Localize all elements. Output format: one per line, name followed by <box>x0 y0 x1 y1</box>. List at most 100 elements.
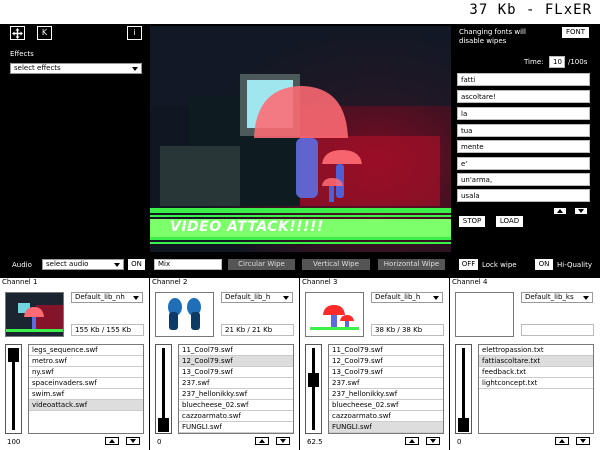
slider-track <box>312 348 315 430</box>
channel-3-scroll-up[interactable] <box>405 437 419 445</box>
chevron-down-icon <box>433 296 439 300</box>
channel-1-level-slider[interactable] <box>5 344 22 434</box>
channel-3-thumbnail[interactable] <box>305 292 364 337</box>
lock-wipe-label: Lock wipe <box>482 261 517 269</box>
channel-2-size: 21 Kb / 21 Kb <box>221 324 294 336</box>
text-line-7[interactable]: un'arma, <box>457 173 590 186</box>
channel-1-size: 155 Kb / 155 Kb <box>71 324 144 336</box>
channel-2-level-value: 0 <box>157 438 162 446</box>
list-item[interactable]: 13_Cool79.swf <box>179 367 293 378</box>
channel-2-thumbnail-image <box>168 298 201 330</box>
stop-button[interactable]: STOP <box>459 216 485 227</box>
list-item[interactable]: cazzoarmato.swf <box>329 411 443 422</box>
list-item[interactable]: metro.swf <box>29 356 143 367</box>
channel-4-scroll-up[interactable] <box>555 437 569 445</box>
chevron-up-icon <box>409 439 415 443</box>
channel-1-library-select[interactable]: Default_lib_nh <box>71 292 143 303</box>
vertical-wipe-button[interactable]: Vertical Wipe <box>302 259 370 270</box>
channel-4-library-select[interactable]: Default_lib_ks <box>521 292 593 303</box>
move-button[interactable] <box>10 26 25 40</box>
slider-knob[interactable] <box>158 418 169 432</box>
list-item[interactable]: 237_hellonikky.swf <box>179 389 293 400</box>
video-preview[interactable]: VIDEO ATTACK!!!!! <box>150 26 451 252</box>
list-item[interactable]: 13_Cool79.swf <box>329 367 443 378</box>
effects-select[interactable]: select effects <box>10 63 142 74</box>
list-item[interactable]: bluecheese_02.swf <box>179 400 293 411</box>
list-item-selected[interactable]: videoattack.swf <box>29 400 143 411</box>
channel-4-level-slider[interactable] <box>455 344 472 434</box>
list-item[interactable]: 237_hellonikky.swf <box>329 389 443 400</box>
effects-label: Effects <box>10 50 34 58</box>
chevron-down-icon <box>583 296 589 300</box>
horizontal-wipe-button[interactable]: Horizontal Wipe <box>378 259 445 270</box>
channel-2-scroll-down[interactable] <box>276 437 290 445</box>
list-item[interactable]: lightconcept.txt <box>479 378 593 389</box>
list-item[interactable]: 237.swf <box>179 378 293 389</box>
list-item[interactable]: legs_sequence.swf <box>29 345 143 356</box>
list-item[interactable]: swim.swf <box>29 389 143 400</box>
mix-input[interactable]: Mix <box>154 259 222 270</box>
channel-4-panel: Default_lib_ks 0 elettropassion.txt fatt… <box>450 287 600 450</box>
list-item[interactable]: ny.swf <box>29 367 143 378</box>
info-button[interactable]: i <box>127 26 142 40</box>
time-input[interactable]: 10 <box>549 56 565 68</box>
slider-knob[interactable] <box>308 373 319 387</box>
text-line-2[interactable]: ascoltare! <box>457 90 590 103</box>
text-line-1[interactable]: fatti <box>457 73 590 86</box>
list-item[interactable]: elettropassion.txt <box>479 345 593 356</box>
circular-wipe-button[interactable]: Circular Wipe <box>228 259 295 270</box>
text-line-3[interactable]: la <box>457 107 590 120</box>
channel-3-level-slider[interactable] <box>305 344 322 434</box>
channel-1-scroll-down[interactable] <box>126 437 140 445</box>
channel-3-scroll-down[interactable] <box>426 437 440 445</box>
list-item[interactable]: spaceinvaders.swf <box>29 378 143 389</box>
list-item[interactable]: feedback.txt <box>479 367 593 378</box>
hi-quality-toggle[interactable]: ON <box>535 259 553 270</box>
list-item-selected[interactable]: fattiascoltare.txt <box>479 356 593 367</box>
channel-1-scroll-up[interactable] <box>105 437 119 445</box>
effects-select-value: select effects <box>14 64 61 72</box>
channel-3-library-select[interactable]: Default_lib_h <box>371 292 443 303</box>
list-item[interactable]: 11_Cool79.swf <box>329 345 443 356</box>
channel-1-header: Channel 1 <box>0 278 150 287</box>
list-item[interactable]: 237.swf <box>329 378 443 389</box>
list-item[interactable]: 11_Cool79.swf <box>179 345 293 356</box>
channel-1-panel: Default_lib_nh 155 Kb / 155 Kb 100 legs_… <box>0 287 150 450</box>
list-item[interactable]: bluecheese_02.swf <box>329 400 443 411</box>
text-line-5[interactable]: mente <box>457 140 590 153</box>
channel-2-library-select[interactable]: Default_lib_h <box>221 292 293 303</box>
slider-knob[interactable] <box>458 418 469 432</box>
list-item-selected[interactable]: FUNGLI.swf <box>329 422 443 433</box>
list-item[interactable]: 12_Cool79.swf <box>329 356 443 367</box>
channel-1-thumbnail[interactable] <box>5 292 64 337</box>
load-button[interactable]: LOAD <box>496 216 523 227</box>
list-item[interactable]: cazzoarmato.swf <box>179 411 293 422</box>
video-banner-text: VIDEO ATTACK!!!!! <box>170 219 324 235</box>
font-button[interactable]: FONT <box>562 27 589 38</box>
text-line-4[interactable]: tua <box>457 124 590 137</box>
chevron-up-icon <box>559 439 565 443</box>
scroll-up-button[interactable] <box>553 207 567 215</box>
slider-knob[interactable] <box>8 348 19 362</box>
channel-3-header: Channel 3 <box>300 278 450 287</box>
channel-2-header: Channel 2 <box>150 278 300 287</box>
scroll-down-button[interactable] <box>574 207 588 215</box>
channel-4-file-list: elettropassion.txt fattiascoltare.txt fe… <box>478 344 594 434</box>
lock-wipe-toggle[interactable]: OFF <box>459 259 478 270</box>
k-button[interactable]: K <box>37 26 52 40</box>
channel-4-size <box>521 324 594 336</box>
font-notice: Changing fonts will disable wipes <box>459 28 526 45</box>
time-label: Time: <box>524 58 544 66</box>
list-item-selected[interactable]: 12_Cool79.swf <box>179 356 293 367</box>
channel-2-scroll-up[interactable] <box>255 437 269 445</box>
channel-4-scroll-down[interactable] <box>576 437 590 445</box>
audio-select[interactable]: select audio <box>42 259 124 270</box>
channel-2-level-slider[interactable] <box>155 344 172 434</box>
text-line-8[interactable]: usala <box>457 189 590 202</box>
audio-on-button[interactable]: ON <box>128 259 145 270</box>
list-item[interactable]: FUNGLI.swf <box>179 422 293 433</box>
audio-label: Audio <box>12 261 32 269</box>
channel-4-thumbnail[interactable] <box>455 292 514 337</box>
text-line-6[interactable]: e' <box>457 157 590 170</box>
channel-2-thumbnail[interactable] <box>155 292 214 337</box>
